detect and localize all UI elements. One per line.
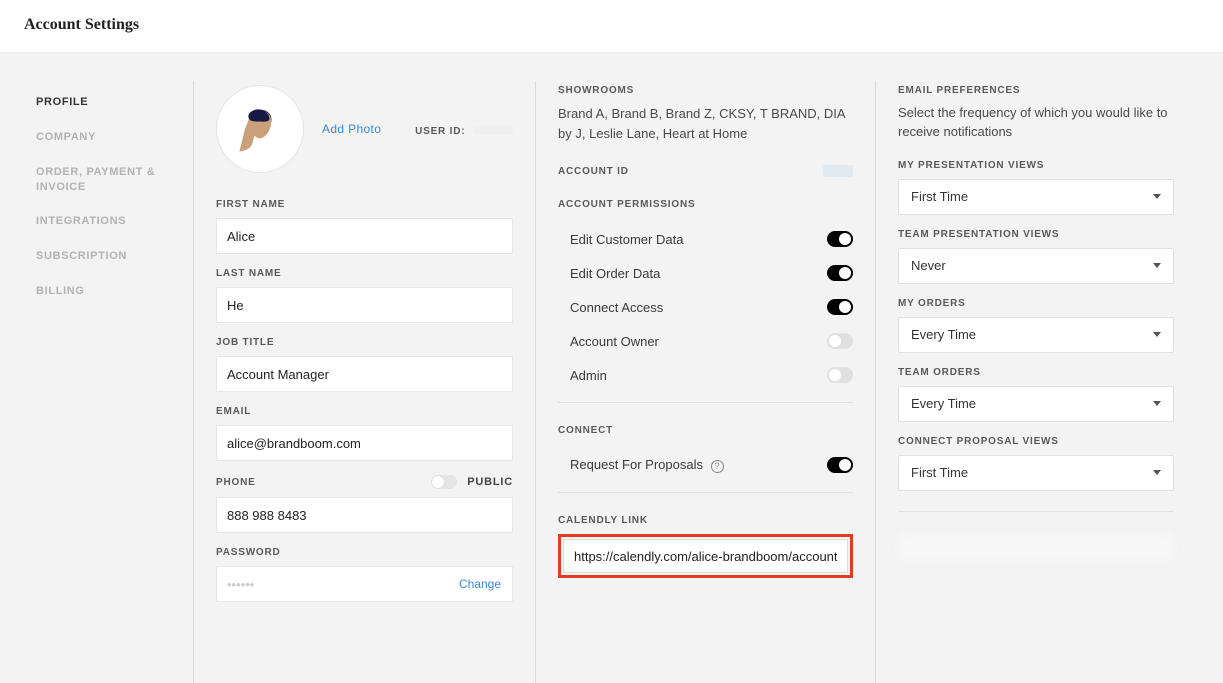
avatar-person-icon (230, 99, 290, 159)
select-value: Never (911, 258, 946, 273)
pref-select-connect-proposal[interactable]: First Time (898, 455, 1174, 491)
showrooms-label: SHOWROOMS (558, 85, 853, 96)
calendly-highlight (558, 534, 853, 578)
pref-label-my-presentation: MY PRESENTATION VIEWS (898, 160, 1174, 171)
select-value: First Time (911, 189, 968, 204)
perm-label: Edit Order Data (570, 266, 660, 281)
user-id-label: USER ID: (415, 126, 465, 137)
sidebar-item-subscription[interactable]: SUBSCRIPTION (36, 239, 183, 274)
perm-toggle-account-owner[interactable] (827, 333, 853, 349)
select-value: Every Time (911, 327, 976, 342)
calendly-link-label: CALENDLY LINK (558, 515, 853, 526)
job-title-label: JOB TITLE (216, 337, 513, 348)
phone-label: PHONE (216, 477, 256, 488)
pref-select-team-presentation[interactable]: Never (898, 248, 1174, 284)
sidebar-item-company[interactable]: COMPANY (36, 120, 183, 155)
chevron-down-icon (1153, 401, 1161, 406)
showrooms-text: Brand A, Brand B, Brand Z, CKSY, T BRAND… (558, 104, 853, 143)
connect-rfp-label: Request For Proposals (570, 457, 703, 472)
settings-sidebar: PROFILE COMPANY ORDER, PAYMENT & INVOICE… (36, 81, 194, 683)
perm-label: Edit Customer Data (570, 232, 683, 247)
first-name-label: FIRST NAME (216, 199, 513, 210)
pref-label-my-orders: MY ORDERS (898, 298, 1174, 309)
sidebar-item-profile[interactable]: PROFILE (36, 85, 183, 120)
perm-label: Connect Access (570, 300, 663, 315)
page-title: Account Settings (24, 16, 1199, 34)
perm-label: Account Owner (570, 334, 659, 349)
calendly-link-field[interactable] (563, 539, 848, 573)
first-name-field[interactable] (216, 218, 513, 254)
chevron-down-icon (1153, 263, 1161, 268)
account-id-label: ACCOUNT ID (558, 166, 629, 177)
phone-public-toggle[interactable] (431, 475, 457, 489)
select-value: Every Time (911, 396, 976, 411)
email-label: EMAIL (216, 406, 513, 417)
perm-toggle-edit-customer[interactable] (827, 231, 853, 247)
last-name-field[interactable] (216, 287, 513, 323)
phone-field[interactable] (216, 497, 513, 533)
perm-toggle-edit-order[interactable] (827, 265, 853, 281)
email-preferences-header: EMAIL PREFERENCES (898, 85, 1174, 96)
email-field[interactable] (216, 425, 513, 461)
change-password-link[interactable]: Change (459, 577, 501, 591)
perm-toggle-admin[interactable] (827, 367, 853, 383)
pref-label-connect-proposal: CONNECT PROPOSAL VIEWS (898, 436, 1174, 447)
help-icon[interactable]: ? (711, 460, 724, 473)
password-label: PASSWORD (216, 547, 513, 558)
last-name-label: LAST NAME (216, 268, 513, 279)
chevron-down-icon (1153, 332, 1161, 337)
sidebar-item-billing[interactable]: BILLING (36, 274, 183, 309)
add-photo-link[interactable]: Add Photo (322, 122, 381, 136)
select-value: First Time (911, 465, 968, 480)
pref-select-team-orders[interactable]: Every Time (898, 386, 1174, 422)
perm-toggle-connect-access[interactable] (827, 299, 853, 315)
pref-label-team-orders: TEAM ORDERS (898, 367, 1174, 378)
pref-select-my-presentation[interactable]: First Time (898, 179, 1174, 215)
sidebar-item-integrations[interactable]: INTEGRATIONS (36, 204, 183, 239)
email-preferences-desc: Select the frequency of which you would … (898, 104, 1174, 142)
sidebar-item-order-payment-invoice[interactable]: ORDER, PAYMENT & INVOICE (36, 155, 183, 205)
pref-label-team-presentation: TEAM PRESENTATION VIEWS (898, 229, 1174, 240)
chevron-down-icon (1153, 470, 1161, 475)
pref-select-my-orders[interactable]: Every Time (898, 317, 1174, 353)
phone-public-label: Public (467, 476, 513, 488)
avatar[interactable] (216, 85, 304, 173)
chevron-down-icon (1153, 194, 1161, 199)
blurred-region (898, 532, 1174, 592)
perm-label: Admin (570, 368, 607, 383)
account-permissions-label: ACCOUNT PERMISSIONS (558, 199, 853, 210)
connect-label: CONNECT (558, 425, 853, 436)
connect-rfp-toggle[interactable] (827, 457, 853, 473)
job-title-field[interactable] (216, 356, 513, 392)
account-id-value (823, 165, 853, 177)
user-id-value (473, 125, 513, 135)
